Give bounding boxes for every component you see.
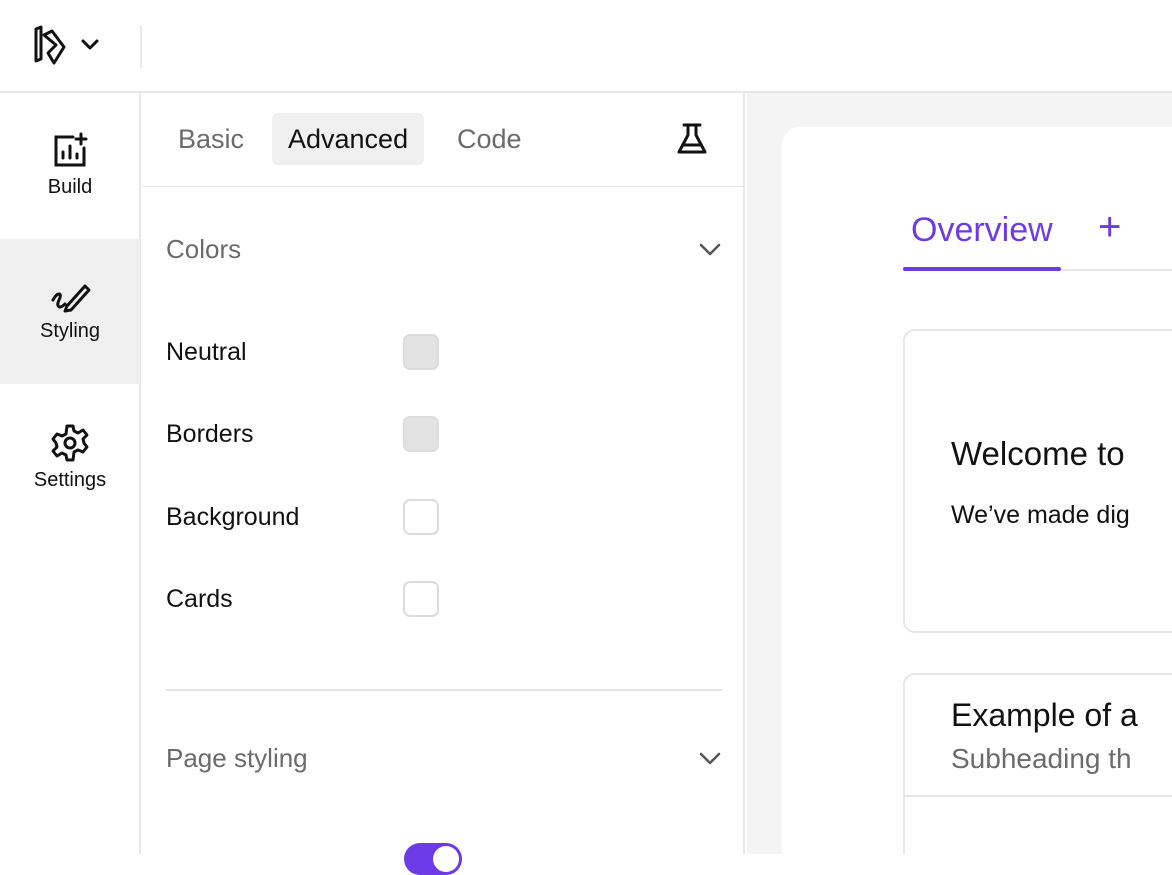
row-label: Borders bbox=[166, 420, 254, 448]
color-swatch[interactable] bbox=[403, 416, 439, 452]
panel-tabs: Basic Advanced Code bbox=[142, 93, 745, 187]
section-divider bbox=[166, 689, 722, 691]
tab-basic[interactable]: Basic bbox=[162, 113, 260, 165]
top-bar bbox=[0, 0, 1172, 93]
styling-panel: Basic Advanced Code Colors Neutral Borde… bbox=[142, 93, 745, 875]
rail-item-settings[interactable]: Settings bbox=[0, 385, 140, 530]
color-swatch[interactable] bbox=[403, 499, 439, 535]
card-divider bbox=[905, 795, 1172, 797]
chevron-down-icon bbox=[698, 241, 722, 257]
preview-tabs: Overview + bbox=[903, 201, 1172, 271]
tab-code[interactable]: Code bbox=[441, 113, 538, 165]
logo-icon bbox=[30, 23, 70, 67]
colors-section-header[interactable]: Colors bbox=[166, 229, 722, 269]
card-subtitle: Subheading th bbox=[951, 743, 1132, 774]
workspace-switcher[interactable] bbox=[30, 22, 110, 68]
card-title: Welcome to bbox=[951, 435, 1125, 472]
color-row-background: Background bbox=[166, 499, 466, 535]
section-title: Colors bbox=[166, 233, 242, 264]
rail-item-styling[interactable]: Styling bbox=[0, 239, 140, 384]
rail-item-label: Styling bbox=[39, 320, 101, 342]
chevron-down-icon bbox=[80, 38, 100, 52]
page-styling-section-header[interactable]: Page styling bbox=[166, 738, 722, 778]
tab-advanced[interactable]: Advanced bbox=[272, 113, 425, 165]
row-label: Neutral bbox=[166, 338, 247, 366]
brush-icon bbox=[49, 280, 91, 314]
gear-icon bbox=[50, 423, 90, 463]
section-title: Page styling bbox=[166, 742, 308, 773]
card-title: Example of a bbox=[951, 697, 1138, 733]
flask-icon[interactable] bbox=[674, 121, 710, 157]
left-rail: Build Styling Settings bbox=[0, 93, 141, 854]
card-text: We’ve made dig bbox=[951, 501, 1130, 529]
example-card: Example of a Subheading th bbox=[903, 673, 1172, 854]
rail-item-build[interactable]: Build bbox=[0, 93, 140, 238]
row-label: Background bbox=[166, 503, 300, 531]
chevron-down-icon bbox=[698, 750, 722, 766]
tab-overview[interactable]: Overview bbox=[911, 211, 1053, 250]
add-tab-button[interactable]: + bbox=[1098, 205, 1121, 250]
toggle-knob bbox=[433, 846, 459, 872]
topbar-divider bbox=[140, 26, 142, 68]
color-swatch[interactable] bbox=[403, 334, 439, 370]
preview-canvas: Overview + Welcome to We’ve made dig Exa… bbox=[747, 93, 1172, 854]
rail-item-label: Build bbox=[47, 176, 93, 198]
color-row-cards: Cards bbox=[166, 581, 466, 617]
active-tab-indicator bbox=[903, 267, 1061, 271]
color-swatch[interactable] bbox=[403, 581, 439, 617]
welcome-card: Welcome to We’ve made dig bbox=[903, 329, 1172, 633]
color-row-borders: Borders bbox=[166, 416, 466, 452]
chart-add-icon bbox=[51, 132, 89, 170]
page-styling-toggle[interactable] bbox=[404, 843, 462, 875]
row-label: Cards bbox=[166, 585, 233, 613]
color-row-neutral: Neutral bbox=[166, 334, 466, 370]
rail-item-label: Settings bbox=[33, 469, 107, 491]
